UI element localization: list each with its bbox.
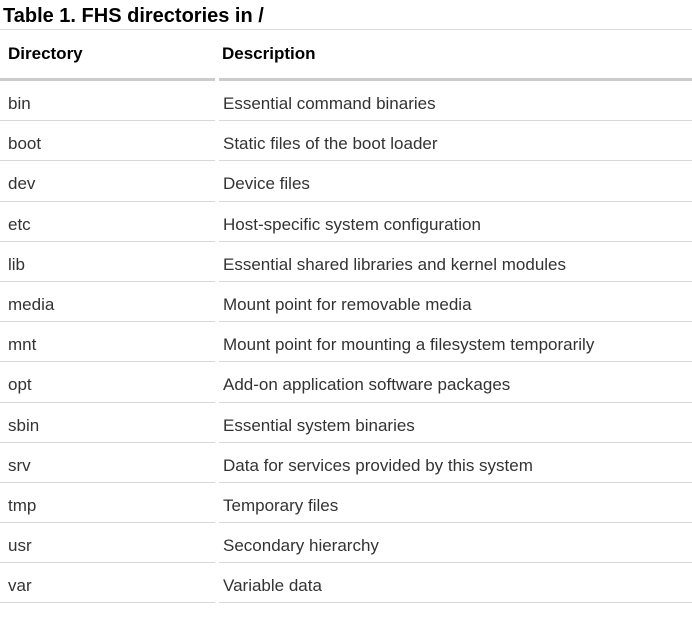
description-cell: Essential system binaries — [223, 415, 415, 435]
description-cell: Mount point for removable media — [223, 294, 472, 314]
directory-cell: opt — [8, 375, 32, 395]
directory-cell: dev — [8, 174, 36, 194]
table-row: srv Data for services provided by this s… — [0, 443, 692, 483]
description-cell: Add-on application software packages — [223, 375, 511, 395]
table-row: lib Essential shared libraries and kerne… — [0, 242, 692, 282]
table-row: media Mount point for removable media — [0, 282, 692, 323]
description-cell: Data for services provided by this syste… — [223, 455, 533, 475]
directory-cell: sbin — [8, 415, 40, 435]
directory-cell: srv — [8, 455, 31, 475]
column-header-directory: Directory — [8, 44, 83, 63]
column-header-description: Description — [222, 44, 316, 63]
table-row: var Variable data — [0, 563, 692, 604]
directory-cell: boot — [8, 134, 42, 154]
directory-cell: bin — [8, 94, 31, 113]
directory-cell: etc — [8, 214, 31, 234]
table-row: sbin Essential system binaries — [0, 403, 692, 443]
directory-cell: tmp — [8, 495, 37, 515]
description-cell: Temporary files — [223, 495, 339, 515]
fhs-directories-table: Directory Description bin Essential comm… — [0, 30, 692, 604]
table-row: bin Essential command binaries — [0, 81, 692, 122]
directory-cell: lib — [8, 254, 26, 274]
description-cell: Mount point for mounting a filesystem te… — [223, 335, 595, 355]
table-row: boot Static files of the boot loader — [0, 121, 692, 162]
table-row: tmp Temporary files — [0, 483, 692, 524]
table-row: opt Add-on application software packages — [0, 362, 692, 403]
description-cell: Secondary hierarchy — [223, 536, 379, 556]
description-cell: Host-specific system configuration — [223, 214, 481, 234]
directory-cell: usr — [8, 536, 32, 556]
row-divider — [0, 602, 215, 604]
table-row: mnt Mount point for mounting a filesyste… — [0, 322, 692, 363]
row-divider — [219, 602, 692, 604]
directory-cell: media — [8, 294, 55, 314]
table-row: dev Device files — [0, 161, 692, 202]
table-row: usr Secondary hierarchy — [0, 523, 692, 564]
table-header-row: Directory Description — [0, 30, 692, 81]
description-cell: Variable data — [223, 576, 322, 596]
directory-cell: var — [8, 576, 32, 596]
table-row: etc Host-specific system configuration — [0, 202, 692, 242]
description-cell: Essential shared libraries and kernel mo… — [223, 254, 567, 274]
table-caption: Table 1. FHS directories in / — [3, 5, 264, 27]
description-cell: Essential command binaries — [223, 94, 436, 113]
description-cell: Device files — [223, 174, 310, 194]
directory-cell: mnt — [8, 335, 37, 355]
description-cell: Static files of the boot loader — [223, 134, 438, 154]
